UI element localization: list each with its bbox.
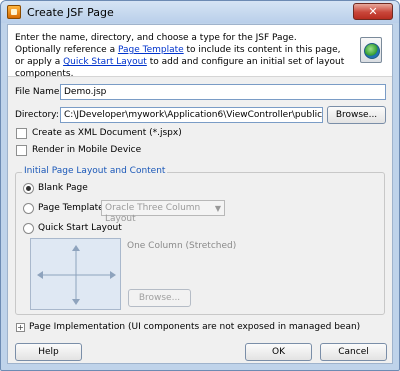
page-template-select[interactable]: Oracle Three Column Layout ▼ [101, 200, 225, 224]
info-panel: Enter the name, directory, and choose a … [8, 25, 392, 80]
close-icon: ✕ [368, 5, 378, 18]
xml-document-checkbox[interactable] [16, 128, 27, 139]
dialog-content: Enter the name, directory, and choose a … [7, 24, 393, 364]
layout-browse-button[interactable]: Browse... [128, 289, 191, 307]
mobile-device-checkbox[interactable] [16, 145, 27, 156]
mobile-device-label: Render in Mobile Device [32, 145, 142, 155]
page-implementation-label[interactable]: Page Implementation (UI components are n… [29, 322, 360, 332]
stretch-arrows-icon [37, 245, 116, 305]
file-name-input[interactable]: Demo.jsp [60, 84, 386, 100]
directory-input[interactable]: C:\JDeveloper\mywork\Application6\ViewCo… [60, 107, 323, 123]
directory-label: Directory: [15, 110, 59, 120]
layout-preview [30, 238, 121, 310]
close-button[interactable]: ✕ [353, 3, 393, 20]
info-text: Enter the name, directory, and choose a … [15, 32, 345, 80]
page-template-label: Page Template [38, 203, 104, 213]
quick-start-layout-link[interactable]: Quick Start Layout [63, 57, 147, 67]
blank-page-label: Blank Page [38, 183, 88, 193]
page-implementation-note: (UI components are not exposed in manage… [128, 322, 361, 332]
page-template-link[interactable]: Page Template [118, 45, 184, 55]
file-name-label: File Name: [15, 87, 63, 97]
layout-name: One Column (Stretched) [127, 241, 237, 251]
help-button[interactable]: Help [15, 343, 82, 361]
cancel-button[interactable]: Cancel [320, 343, 387, 361]
dialog-window: Create JSF Page ✕ Enter the name, direct… [0, 0, 400, 371]
directory-browse-button[interactable]: Browse... [327, 106, 386, 124]
quick-start-label: Quick Start Layout [38, 223, 122, 233]
expand-icon[interactable]: + [16, 323, 25, 332]
window-title: Create JSF Page [27, 6, 114, 19]
page-template-radio[interactable] [23, 203, 34, 214]
ok-button[interactable]: OK [245, 343, 312, 361]
globe-icon [360, 37, 382, 63]
blank-page-radio[interactable] [23, 183, 34, 194]
app-icon [7, 5, 21, 19]
initial-layout-group-title: Initial Page Layout and Content [22, 166, 168, 176]
title-bar[interactable]: Create JSF Page ✕ [1, 1, 399, 23]
page-implementation-title: Page Implementation [29, 322, 126, 332]
chevron-down-icon: ▼ [214, 204, 221, 213]
xml-document-label: Create as XML Document (*.jspx) [32, 128, 182, 138]
quick-start-radio[interactable] [23, 223, 34, 234]
